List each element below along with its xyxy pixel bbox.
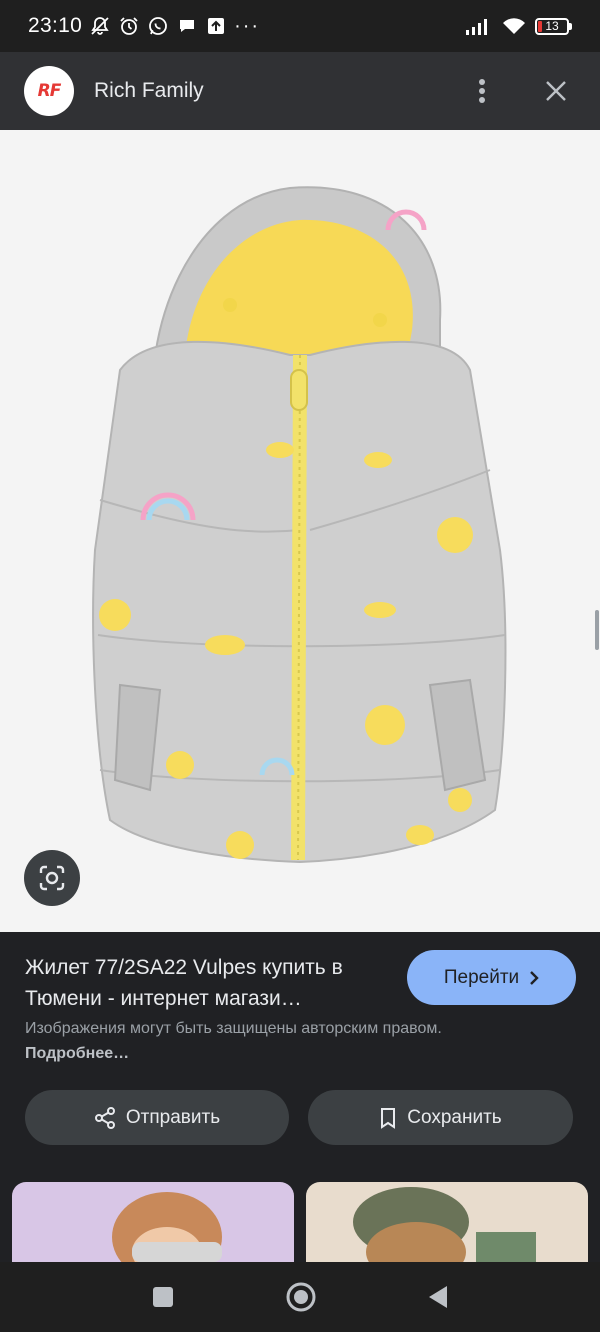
- share-button-label: Отправить: [125, 1106, 221, 1128]
- result-title[interactable]: Жилет 77/2SA22 Vulpes купить в Тюмени - …: [25, 952, 395, 1014]
- related-result-thumbnail[interactable]: [12, 1182, 294, 1262]
- site-name[interactable]: Rich Family: [94, 79, 204, 103]
- system-icons: 13: [465, 16, 572, 36]
- status-bar: 23:10 ··· 13: [0, 0, 600, 52]
- chat-icon: [180, 20, 195, 32]
- share-button[interactable]: Отправить: [25, 1090, 289, 1145]
- related-image-child: [353, 1187, 536, 1262]
- close-button[interactable]: [540, 75, 572, 107]
- chevron-right-icon: [530, 970, 539, 985]
- battery-level: 13: [545, 19, 559, 33]
- save-button[interactable]: Сохранить: [308, 1090, 573, 1145]
- more-info-link[interactable]: Подробнее…: [25, 1045, 129, 1062]
- notification-icons: [90, 16, 226, 36]
- lens-icon: [39, 865, 65, 891]
- battery-icon: 13: [535, 17, 572, 35]
- wifi-icon: [503, 18, 525, 34]
- whatsapp-icon: [149, 17, 167, 35]
- scrollbar[interactable]: [595, 610, 599, 650]
- lens-button[interactable]: [24, 850, 80, 906]
- related-result-thumbnail[interactable]: [306, 1182, 588, 1262]
- status-time: 23:10: [28, 14, 83, 37]
- alarm-icon: [120, 17, 138, 35]
- share-icon: [94, 1106, 115, 1129]
- visit-button[interactable]: Перейти: [407, 950, 576, 1005]
- navigation-bar: [0, 1262, 600, 1332]
- copyright-text: Изображения могут быть защищены авторски…: [25, 1020, 442, 1037]
- nav-back-icon[interactable]: [427, 1284, 449, 1310]
- site-logo-text: RF: [37, 81, 62, 101]
- more-notifications: ···: [234, 15, 261, 37]
- header: RF Rich Family: [0, 52, 600, 130]
- nav-recents-icon[interactable]: [151, 1285, 175, 1309]
- bookmark-icon: [381, 1107, 396, 1129]
- product-image[interactable]: [0, 130, 600, 932]
- mute-icon: [91, 17, 109, 35]
- copyright-notice: Изображения могут быть защищены авторски…: [25, 1016, 485, 1066]
- signal-icon: [466, 19, 487, 35]
- save-button-label: Сохранить: [407, 1106, 502, 1128]
- vest-illustration: [92, 186, 507, 864]
- header-actions: [466, 75, 576, 107]
- site-logo[interactable]: RF: [24, 66, 74, 116]
- more-options-button[interactable]: [466, 75, 498, 107]
- nav-home-icon[interactable]: [285, 1281, 317, 1313]
- related-image-child: [112, 1192, 222, 1262]
- upload-icon: [208, 18, 225, 34]
- close-icon: [546, 81, 566, 101]
- result-info-panel: Жилет 77/2SA22 Vulpes купить в Тюмени - …: [0, 932, 600, 1262]
- visit-button-label: Перейти: [443, 966, 520, 988]
- more-vert-icon: [479, 79, 485, 103]
